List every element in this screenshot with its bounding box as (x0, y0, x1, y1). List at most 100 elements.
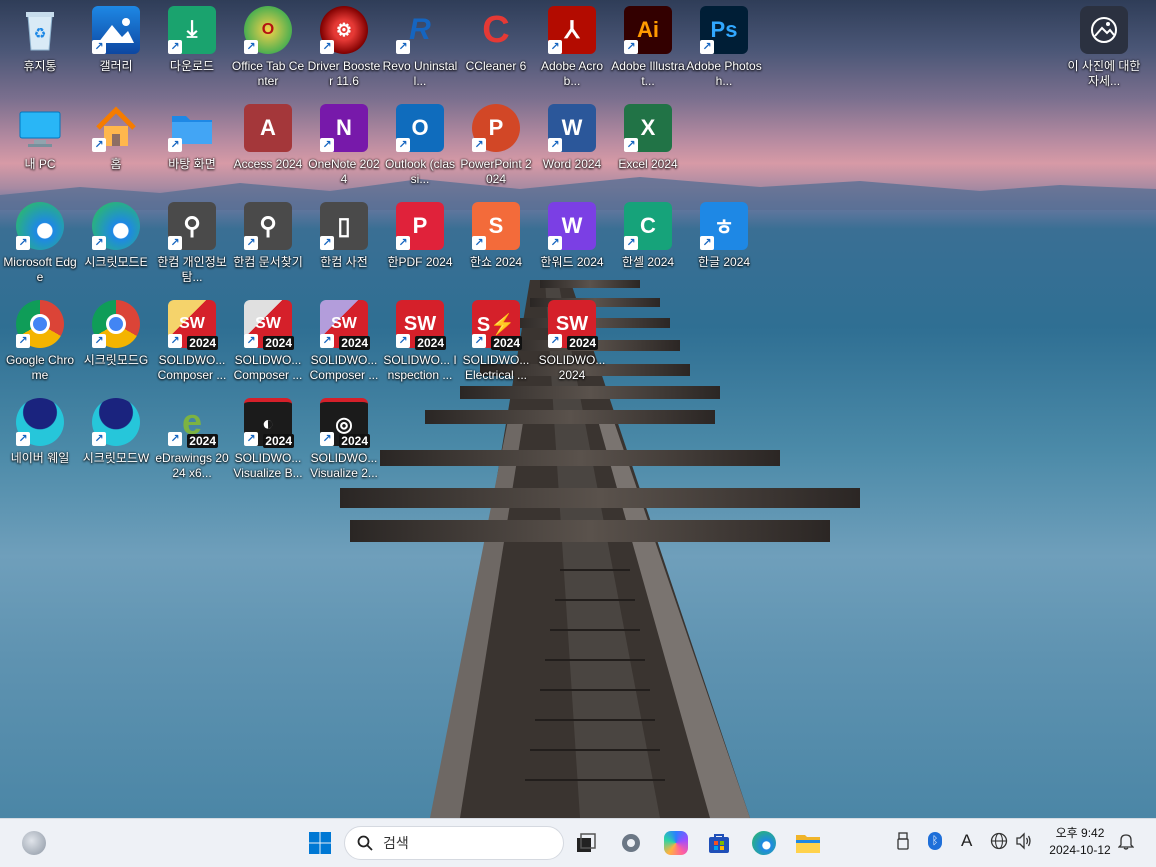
svg-text:♻: ♻ (34, 26, 47, 42)
desktop-spotlight-info[interactable]: 이 사진에 대한 자세... (1066, 0, 1142, 96)
network-tray-button[interactable] (990, 832, 1008, 853)
copilot-button[interactable] (658, 825, 694, 861)
icon-label: 다운로드 (169, 59, 215, 73)
desktop-icon-hancom-privacy[interactable]: ⚲ ↗ 한컴 개인정보탐... (154, 196, 230, 292)
desktop-icon-adobe-illustrator[interactable]: Ai ↗ Adobe Illustrat... (610, 0, 686, 96)
shortcut-arrow-icon: ↗ (396, 40, 410, 54)
icon-label: Google Chrome (5, 353, 75, 382)
icon-label: Access 2024 (233, 157, 303, 171)
edge-icon: ↗ (16, 202, 64, 250)
desktop-icon-hanword[interactable]: W ↗ 한워드 2024 (534, 196, 610, 292)
icon-label: SOLIDWO... Electrical ... (462, 353, 530, 382)
shortcut-arrow-icon: ↗ (320, 236, 334, 250)
icon-label: Microsoft Edge (3, 255, 77, 284)
desktop-icon-edge-private[interactable]: ↗ 시크릿모드E (78, 196, 154, 292)
desktop-icon-solidworks-composer-1[interactable]: SW 2024 ↗ SOLIDWO... Composer ... (154, 294, 230, 390)
desktop-icon-downloads[interactable]: ⤓ ↗ 다운로드 (154, 0, 230, 96)
desktop-icon-whale-private[interactable]: ↗ 시크릿모드W (78, 392, 154, 488)
shortcut-arrow-icon: ↗ (92, 138, 106, 152)
downloads-folder-icon: ⤓ ↗ (168, 6, 216, 54)
desktop-icon-chrome-private[interactable]: ↗ 시크릿모드G (78, 294, 154, 390)
desktop-icon-whale[interactable]: ↗ 네이버 웨일 (2, 392, 78, 488)
icon-label: Revo Uninstall... (382, 59, 458, 88)
desktop-icon-solidworks-electrical[interactable]: S⚡ 2024 ↗ SOLIDWO... Electrical ... (458, 294, 534, 390)
desktop-icon-office-tab[interactable]: O ↗ Office Tab Center (230, 0, 306, 96)
desktop-icon-solidworks-composer-2[interactable]: SW 2024 ↗ SOLIDWO... Composer ... (230, 294, 306, 390)
desktop-icon-solidworks[interactable]: SW 2024 ↗ SOLIDWO... 2024 (534, 294, 610, 390)
desktop-icon-solidworks-visualize-2[interactable]: ◎ 2024 ↗ SOLIDWO... Visualize 2... (306, 392, 382, 488)
windows-start-icon (309, 832, 331, 854)
driver-booster-icon: ⚙ ↗ (320, 6, 368, 54)
usb-tray-button[interactable] (896, 832, 910, 853)
desktop-icon-adobe-acrobat[interactable]: ⅄ ↗ Adobe Acrob... (534, 0, 610, 96)
desktop-icon-edrawings[interactable]: e 2024 ↗ eDrawings 2024 x6... (154, 392, 230, 488)
solidworks-visualize-icon: ◐ 2024 ↗ (244, 398, 294, 448)
desktop-icon-ccleaner[interactable]: C CCleaner 6 (458, 0, 534, 96)
desktop-icon-hancom-search[interactable]: ⚲ ↗ 한컴 문서찾기 (230, 196, 306, 292)
icon-label: 한셀 2024 (621, 255, 675, 269)
desktop-icon-solidworks-inspection[interactable]: SW 2024 ↗ SOLIDWO... Inspection ... (382, 294, 458, 390)
shortcut-arrow-icon: ↗ (548, 334, 562, 348)
desktop-icon-edge[interactable]: ↗ Microsoft Edge (2, 196, 78, 292)
bluetooth-tray-button[interactable]: ᛒ (928, 832, 942, 850)
shortcut-arrow-icon: ↗ (244, 40, 258, 54)
desktop-icon-chrome[interactable]: ↗ Google Chrome (2, 294, 78, 390)
start-button[interactable] (302, 825, 338, 861)
clock-date: 2024-10-12 (1049, 843, 1111, 857)
search-input[interactable]: 검색 (344, 826, 564, 860)
icon-label: Adobe Illustrat... (611, 59, 685, 88)
desktop-icon-outlook[interactable]: O ↗ Outlook (classi... (382, 98, 458, 194)
icon-label: CCleaner 6 (465, 59, 527, 73)
desktop-icon-onenote[interactable]: N ↗ OneNote 2024 (306, 98, 382, 194)
hanpdf-icon: P ↗ (396, 202, 444, 250)
year-badge: 2024 (263, 434, 294, 448)
desktop-icon-excel[interactable]: X ↗ Excel 2024 (610, 98, 686, 194)
desktop-icon-hanshow[interactable]: S ↗ 한쇼 2024 (458, 196, 534, 292)
desktop-icon-hancell[interactable]: C ↗ 한셀 2024 (610, 196, 686, 292)
desktop-icon-adobe-photoshop[interactable]: Ps ↗ Adobe Photosh... (686, 0, 762, 96)
desktop-icon-hanpdf[interactable]: P ↗ 한PDF 2024 (382, 196, 458, 292)
icon-label: 네이버 웨일 (10, 451, 70, 465)
adobe-illustrator-icon: Ai ↗ (624, 6, 672, 54)
desktop-icon-this-pc[interactable]: 내 PC (2, 98, 78, 194)
desktop-icon-hancom-dictionary[interactable]: ▯ ↗ 한컴 사전 (306, 196, 382, 292)
shortcut-arrow-icon: ↗ (92, 40, 106, 54)
volume-tray-button[interactable] (1015, 832, 1033, 853)
icon-label: 한워드 2024 (540, 255, 604, 269)
desktop-icon-word[interactable]: W ↗ Word 2024 (534, 98, 610, 194)
icon-label: SOLIDWO... Inspection ... (383, 353, 457, 382)
shortcut-arrow-icon: ↗ (244, 236, 258, 250)
desktop-icon-recycle-bin[interactable]: ♻ 휴지통 (2, 0, 78, 96)
shortcut-arrow-icon: ↗ (624, 40, 638, 54)
hanshow-icon: S ↗ (472, 202, 520, 250)
widgets-button[interactable] (16, 825, 52, 861)
shortcut-arrow-icon: ↗ (244, 432, 258, 446)
icon-label: 한컴 문서찾기 (233, 255, 303, 269)
desktop-icon-powerpoint[interactable]: P ↗ PowerPoint 2024 (458, 98, 534, 194)
desktop-icon-driver-booster[interactable]: ⚙ ↗ Driver Booster 11.6 (306, 0, 382, 96)
desktop-icon-solidworks-composer-3[interactable]: SW 2024 ↗ SOLIDWO... Composer ... (306, 294, 382, 390)
solidworks-composer-icon: SW 2024 ↗ (168, 300, 218, 350)
store-button[interactable] (701, 825, 737, 861)
desktop-icon-revo-uninstaller[interactable]: R ↗ Revo Uninstall... (382, 0, 458, 96)
desktop-icon-desktop-folder[interactable]: ↗ 바탕 화면 (154, 98, 230, 194)
desktop-icon-access[interactable]: A Access 2024 (230, 98, 306, 194)
ime-indicator[interactable]: A (961, 831, 972, 851)
shortcut-arrow-icon: ↗ (320, 138, 334, 152)
system-clock[interactable]: 오후 9:42 2024-10-12 (1040, 825, 1120, 859)
notifications-button[interactable] (1117, 832, 1135, 853)
shortcut-arrow-icon: ↗ (700, 236, 714, 250)
desktop-icon-hangul[interactable]: ㅎ ↗ 한글 2024 (686, 196, 762, 292)
shortcut-arrow-icon: ↗ (396, 236, 410, 250)
icon-label: 한쇼 2024 (469, 255, 523, 269)
desktop-icon-gallery[interactable]: ↗ 갤러리 (78, 0, 154, 96)
speaker-icon (1016, 832, 1031, 850)
settings-button[interactable] (613, 825, 649, 861)
desktop-icon-solidworks-visualize-b[interactable]: ◐ 2024 ↗ SOLIDWO... Visualize B... (230, 392, 306, 488)
file-explorer-button[interactable] (790, 825, 826, 861)
edge-taskbar-button[interactable] (746, 825, 782, 861)
desktop-icon-home[interactable]: ↗ 홈 (78, 98, 154, 194)
icon-label: 이 사진에 대한 자세... (1067, 59, 1141, 88)
spotlight-info-icon (1080, 6, 1128, 54)
task-view-button[interactable] (568, 825, 604, 861)
